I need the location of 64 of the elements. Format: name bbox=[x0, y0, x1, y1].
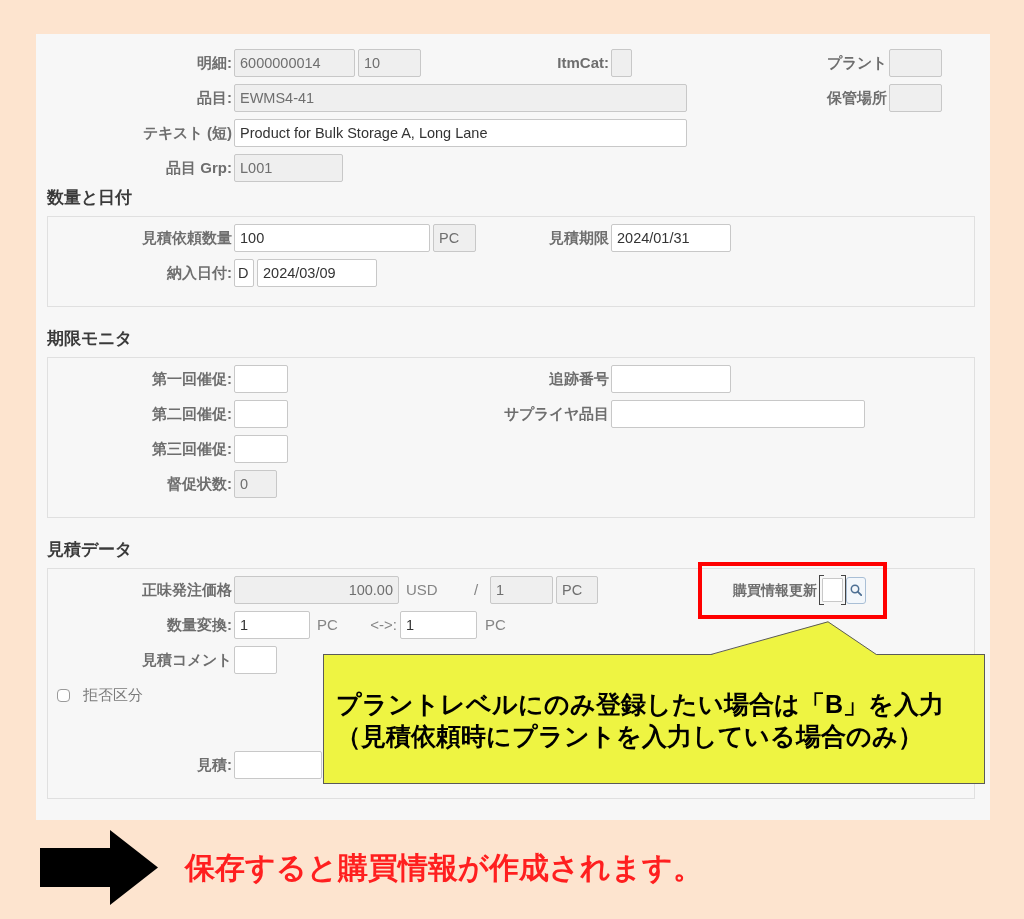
input-field[interactable] bbox=[234, 435, 288, 463]
section-title: 期限モニタ bbox=[47, 328, 133, 350]
unit-text: PC bbox=[485, 615, 506, 635]
section-title: 数量と日付 bbox=[47, 187, 133, 209]
input-field[interactable]: 1 bbox=[400, 611, 477, 639]
checkbox[interactable] bbox=[57, 688, 70, 702]
input-field[interactable]: L001 bbox=[234, 154, 343, 182]
field-label: プラント bbox=[826, 53, 887, 73]
arrow-icon bbox=[40, 830, 158, 905]
field-label: 品目: bbox=[196, 88, 232, 108]
input-field[interactable]: 100 bbox=[234, 224, 430, 252]
field-label: 見積: bbox=[196, 755, 232, 775]
field-label: 数量変換: bbox=[166, 615, 232, 635]
input-field[interactable] bbox=[234, 751, 322, 779]
field-label: ItmCat: bbox=[556, 53, 609, 73]
input-field[interactable]: D bbox=[234, 259, 254, 287]
callout-text: プラントレベルにのみ登録したい場合は「B」を入力 bbox=[336, 689, 945, 720]
field-label: 購買情報更新 bbox=[732, 581, 817, 600]
input-field[interactable]: EWMS4-41 bbox=[234, 84, 687, 112]
search-icon bbox=[850, 584, 862, 596]
footer-message: 保存すると購買情報が作成されます。 bbox=[185, 849, 703, 886]
field-label: テキスト (短) bbox=[141, 123, 232, 143]
input-field[interactable]: 100.00 bbox=[234, 576, 399, 604]
input-field[interactable] bbox=[611, 365, 731, 393]
unit-text: PC bbox=[317, 615, 339, 635]
field-label: 正味発注価格 bbox=[141, 580, 232, 600]
unit-text: USD bbox=[406, 580, 439, 600]
field-label: 督促状数: bbox=[166, 474, 232, 494]
callout-text: （見積依頼時にプラントを入力している場合のみ） bbox=[336, 721, 923, 752]
field-label: 第三回催促: bbox=[151, 439, 232, 459]
input-field[interactable]: 1 bbox=[234, 611, 310, 639]
input-field[interactable] bbox=[889, 49, 942, 77]
field-label: 第一回催促: bbox=[151, 369, 232, 389]
unit-text: <->: bbox=[369, 615, 397, 635]
input-field[interactable] bbox=[234, 365, 288, 393]
field-label: サプライヤ品目 bbox=[503, 404, 609, 424]
field-label: 第二回催促: bbox=[151, 404, 232, 424]
input-field[interactable]: 6000000014 bbox=[234, 49, 355, 77]
input-field[interactable]: 0 bbox=[234, 470, 277, 498]
input-field[interactable] bbox=[889, 84, 942, 112]
input-field[interactable]: 2024/01/31 bbox=[611, 224, 731, 252]
input-field[interactable] bbox=[234, 646, 277, 674]
section-title: 見積データ bbox=[47, 539, 133, 561]
field-label: 保管場所 bbox=[825, 88, 887, 108]
input-field[interactable]: 1 bbox=[490, 576, 553, 604]
field-label: 見積期限 bbox=[548, 228, 609, 248]
field-label: 見積コメント bbox=[141, 650, 232, 670]
search-button[interactable] bbox=[846, 576, 866, 604]
field-label: 品目 Grp: bbox=[165, 158, 232, 178]
input-field[interactable] bbox=[819, 575, 846, 605]
input-field[interactable] bbox=[611, 400, 865, 428]
input-field[interactable]: Product for Bulk Storage A, Long Lane bbox=[234, 119, 687, 147]
field-label: 追跡番号 bbox=[548, 369, 609, 389]
field-label: 見積依頼数量 bbox=[141, 228, 232, 248]
checkbox-label: 拒否区分 bbox=[83, 685, 143, 705]
field-label: 明細: bbox=[196, 53, 232, 73]
field-label: 納入日付: bbox=[166, 263, 232, 283]
input-field[interactable]: 10 bbox=[358, 49, 421, 77]
input-field[interactable] bbox=[234, 400, 288, 428]
input-field[interactable]: PC bbox=[556, 576, 598, 604]
input-field[interactable]: PC bbox=[433, 224, 476, 252]
input-field[interactable]: 2024/03/09 bbox=[257, 259, 377, 287]
input-field[interactable] bbox=[611, 49, 632, 77]
unit-text: / bbox=[472, 580, 480, 600]
